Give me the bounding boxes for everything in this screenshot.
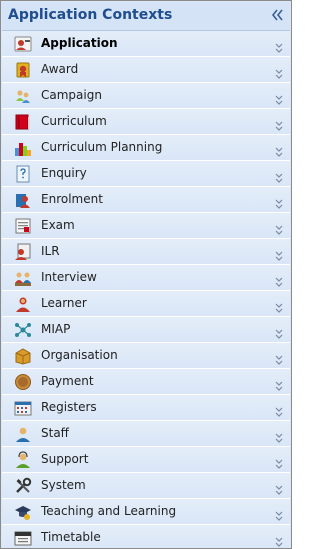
context-item-label: Interview xyxy=(41,270,97,284)
context-item-enquiry[interactable]: Enquiry xyxy=(2,161,290,187)
expand-chevron-icon[interactable] xyxy=(274,429,284,443)
expand-chevron-icon[interactable] xyxy=(274,91,284,105)
context-item-ilr[interactable]: ILR xyxy=(2,239,290,265)
context-item-label: Registers xyxy=(41,400,97,414)
expand-chevron-icon[interactable] xyxy=(274,351,284,365)
context-item-label: Learner xyxy=(41,296,87,310)
curriculum-icon xyxy=(14,113,32,131)
curriculum-planning-icon xyxy=(14,139,32,157)
campaign-icon xyxy=(14,87,32,105)
context-item-label: MIAP xyxy=(41,322,71,336)
context-item-curriculum-planning[interactable]: Curriculum Planning xyxy=(2,135,290,161)
expand-chevron-icon[interactable] xyxy=(274,481,284,495)
context-item-label: Curriculum Planning xyxy=(41,140,163,154)
context-item-label: ILR xyxy=(41,244,60,258)
expand-chevron-icon[interactable] xyxy=(274,325,284,339)
registers-icon xyxy=(14,399,32,417)
context-item-label: Teaching and Learning xyxy=(41,504,177,518)
expand-chevron-icon[interactable] xyxy=(274,39,284,53)
context-item-teaching-and-learning[interactable]: Teaching and Learning xyxy=(2,499,290,525)
context-item-exam[interactable]: Exam xyxy=(2,213,290,239)
context-item-label: Timetable xyxy=(41,530,101,544)
context-item-label: Payment xyxy=(41,374,94,388)
context-item-label: Enquiry xyxy=(41,166,87,180)
expand-chevron-icon[interactable] xyxy=(274,273,284,287)
expand-chevron-icon[interactable] xyxy=(274,143,284,157)
context-item-label: Exam xyxy=(41,218,75,232)
context-item-award[interactable]: Award xyxy=(2,57,290,83)
teaching-and-learning-icon xyxy=(14,503,32,521)
context-item-label: Organisation xyxy=(41,348,118,362)
context-item-curriculum[interactable]: Curriculum xyxy=(2,109,290,135)
expand-chevron-icon[interactable] xyxy=(274,533,284,547)
expand-chevron-icon[interactable] xyxy=(274,247,284,261)
timetable-icon xyxy=(14,529,32,547)
context-item-miap[interactable]: MIAP xyxy=(2,317,290,343)
context-item-label: Award xyxy=(41,62,79,76)
double-chevron-left-icon[interactable] xyxy=(269,6,285,24)
context-item-support[interactable]: Support xyxy=(2,447,290,473)
expand-chevron-icon[interactable] xyxy=(274,117,284,131)
staff-icon xyxy=(14,425,32,443)
miap-icon xyxy=(14,321,32,339)
expand-chevron-icon[interactable] xyxy=(274,377,284,391)
exam-icon xyxy=(14,217,32,235)
context-item-application[interactable]: Application xyxy=(2,31,290,57)
expand-chevron-icon[interactable] xyxy=(274,403,284,417)
expand-chevron-icon[interactable] xyxy=(274,507,284,521)
context-item-system[interactable]: System xyxy=(2,473,290,499)
organisation-icon xyxy=(14,347,32,365)
payment-icon xyxy=(14,373,32,391)
context-item-label: Curriculum xyxy=(41,114,107,128)
enquiry-icon xyxy=(14,165,32,183)
expand-chevron-icon[interactable] xyxy=(274,221,284,235)
support-icon xyxy=(14,451,32,469)
enrolment-icon xyxy=(14,191,32,209)
application-contexts-panel: Application Contexts Application Award C… xyxy=(0,0,292,549)
ilr-icon xyxy=(14,243,32,261)
context-item-registers[interactable]: Registers xyxy=(2,395,290,421)
context-item-interview[interactable]: Interview xyxy=(2,265,290,291)
expand-chevron-icon[interactable] xyxy=(274,65,284,79)
context-list: Application Award Campaign Curriculum Cu… xyxy=(2,31,290,548)
panel-header: Application Contexts xyxy=(2,2,290,31)
context-item-organisation[interactable]: Organisation xyxy=(2,343,290,369)
interview-icon xyxy=(14,269,32,287)
context-item-label: Application xyxy=(41,36,118,50)
system-icon xyxy=(14,477,32,495)
expand-chevron-icon[interactable] xyxy=(274,299,284,313)
context-item-learner[interactable]: Learner xyxy=(2,291,290,317)
expand-chevron-icon[interactable] xyxy=(274,195,284,209)
context-item-staff[interactable]: Staff xyxy=(2,421,290,447)
context-item-label: System xyxy=(41,478,86,492)
context-item-enrolment[interactable]: Enrolment xyxy=(2,187,290,213)
context-item-timetable[interactable]: Timetable xyxy=(2,525,290,548)
context-item-payment[interactable]: Payment xyxy=(2,369,290,395)
learner-icon xyxy=(14,295,32,313)
application-icon xyxy=(14,35,32,53)
context-item-label: Campaign xyxy=(41,88,102,102)
context-item-label: Enrolment xyxy=(41,192,103,206)
context-item-campaign[interactable]: Campaign xyxy=(2,83,290,109)
expand-chevron-icon[interactable] xyxy=(274,169,284,183)
panel-title: Application Contexts xyxy=(8,7,173,23)
context-item-label: Support xyxy=(41,452,89,466)
expand-chevron-icon[interactable] xyxy=(274,455,284,469)
award-icon xyxy=(14,61,32,79)
context-item-label: Staff xyxy=(41,426,69,440)
